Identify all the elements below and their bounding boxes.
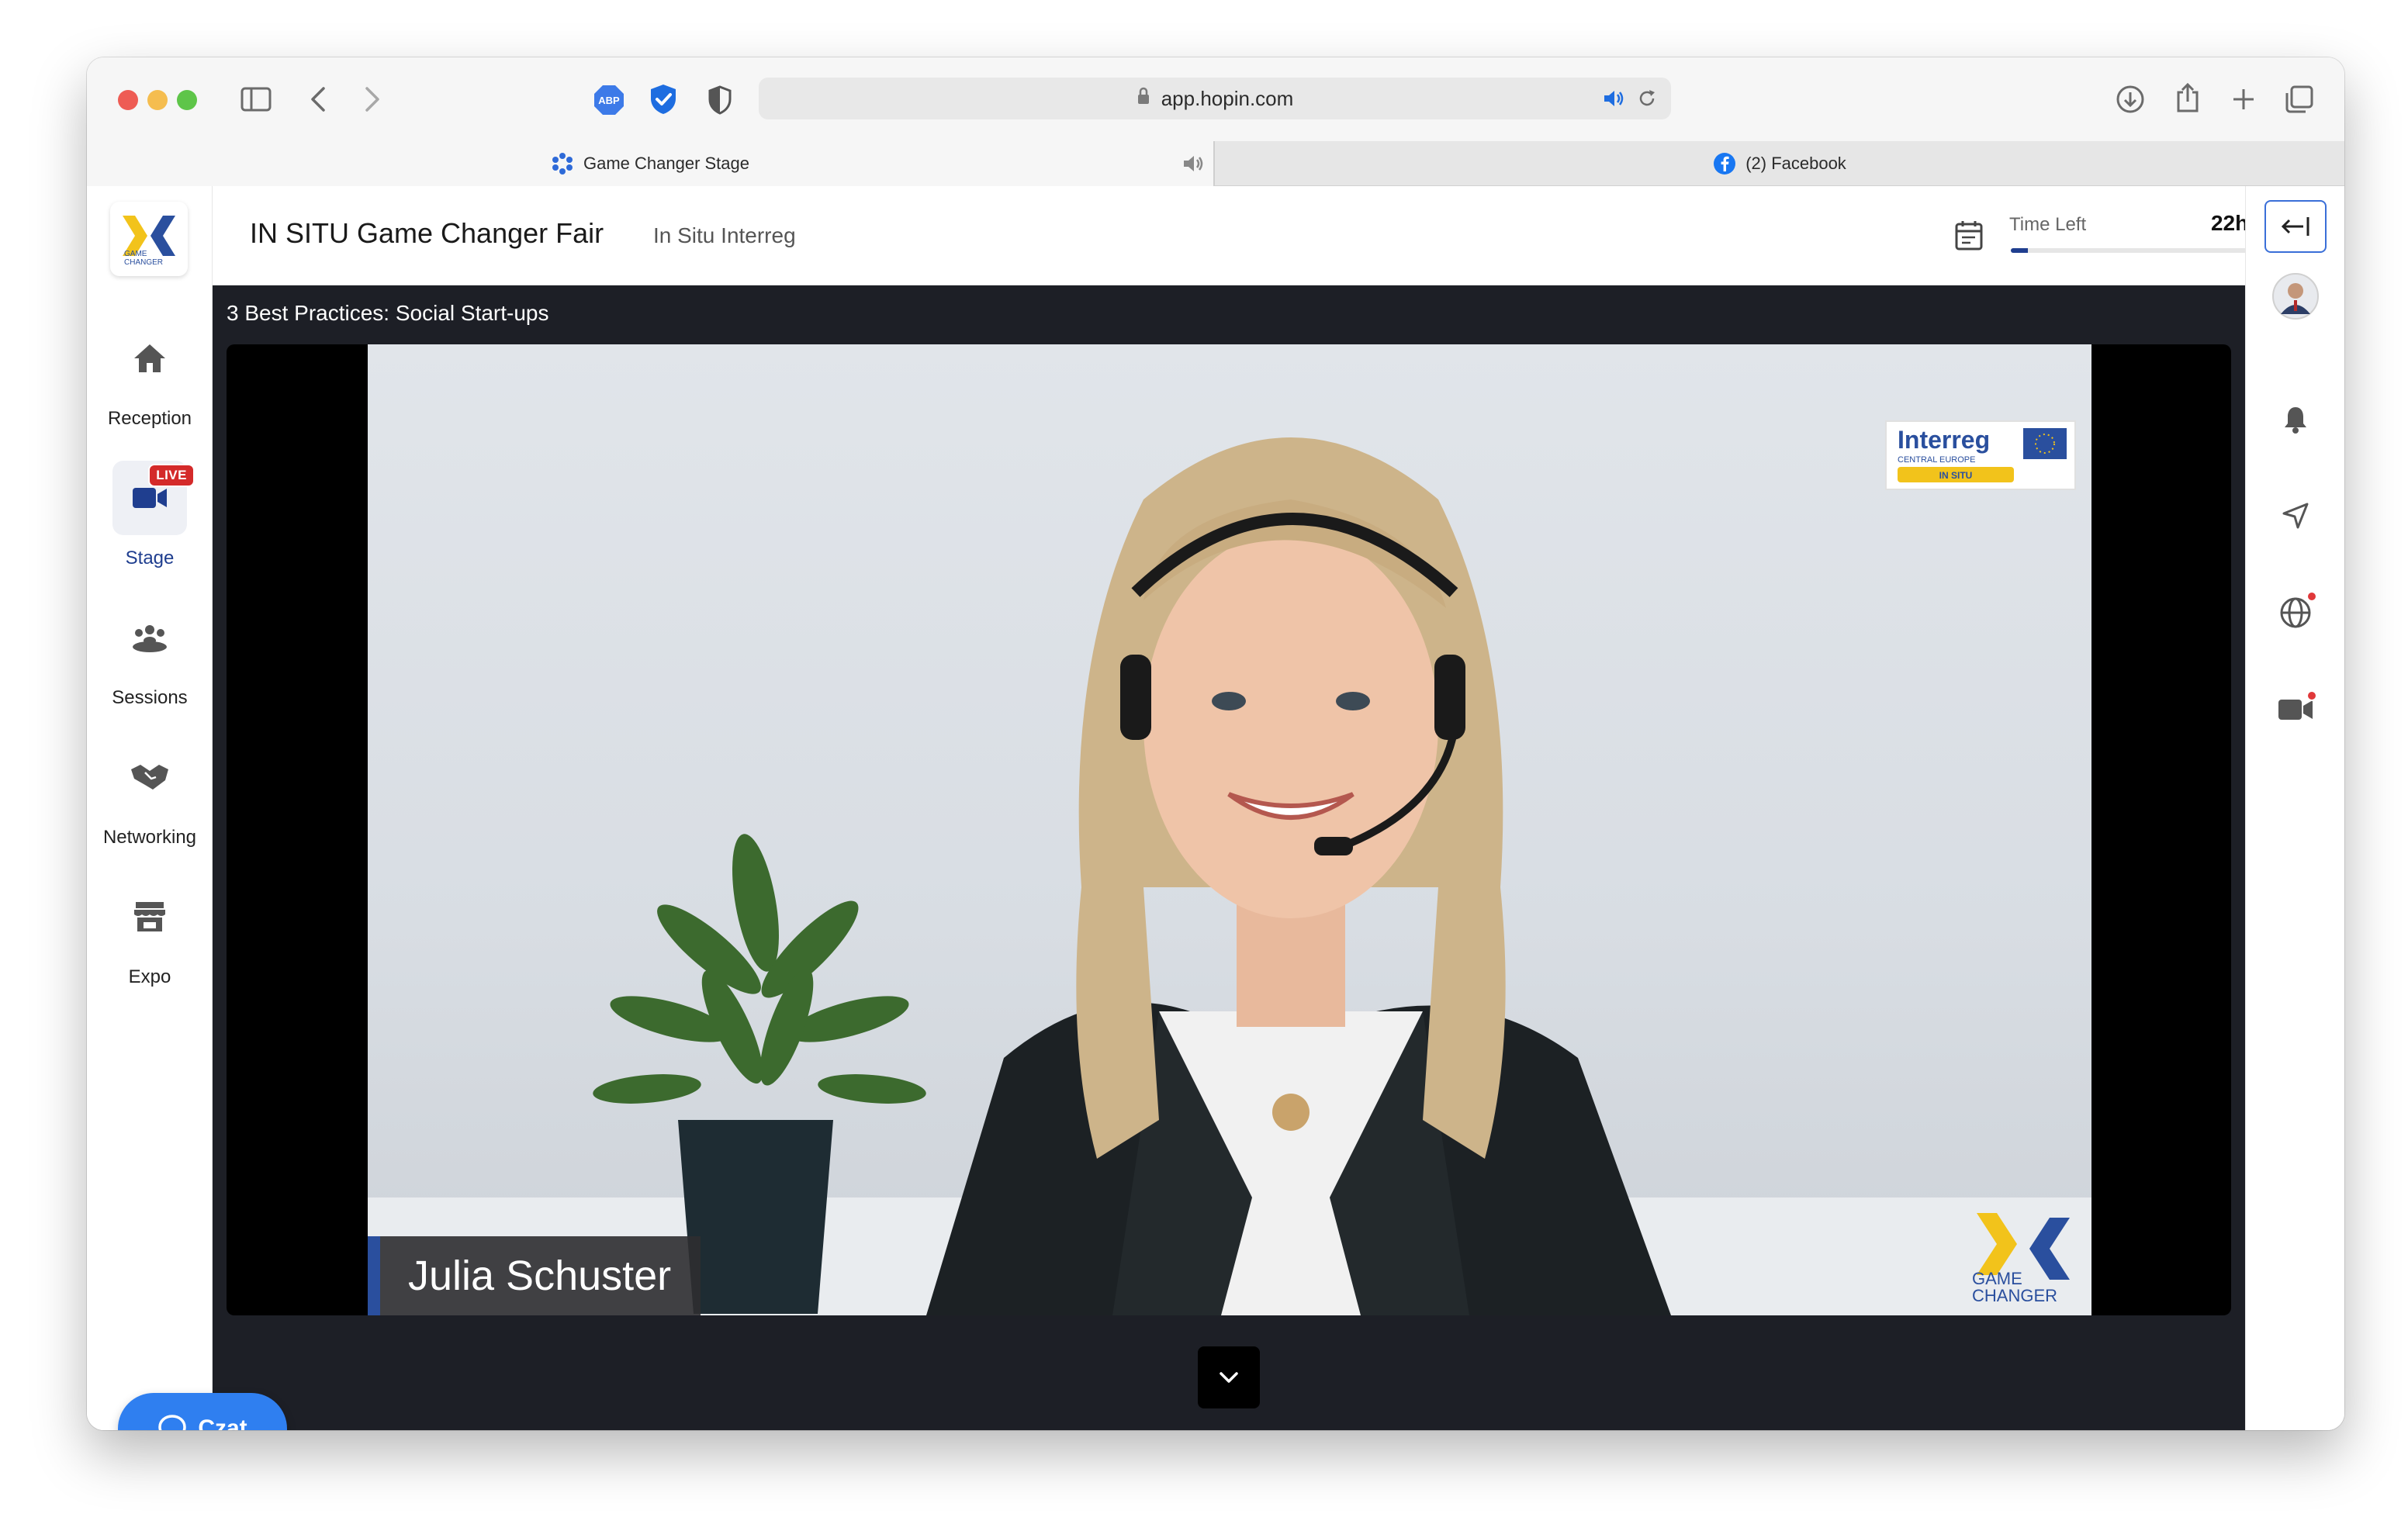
speaker-icon[interactable] bbox=[1603, 88, 1626, 114]
time-progress-fill bbox=[2011, 248, 2028, 253]
live-badge: LIVE bbox=[148, 464, 195, 487]
chevron-down-icon bbox=[1220, 1372, 1238, 1383]
left-navigation: GAME CHANGER Reception LIVE Stage Sessio… bbox=[87, 186, 213, 1430]
address-text: app.hopin.com bbox=[1161, 86, 1294, 110]
collapse-sidebar-button[interactable] bbox=[2246, 200, 2344, 253]
video-stream: Interreg CENTRAL EUROPE IN SITU GAME CHA… bbox=[368, 344, 2091, 1315]
shield-check-icon[interactable] bbox=[647, 82, 680, 116]
nav-label: Reception bbox=[107, 408, 192, 429]
bell-icon[interactable] bbox=[2246, 400, 2344, 439]
browser-toolbar: ABP app.hopin.com bbox=[87, 57, 2344, 141]
share-icon[interactable] bbox=[2171, 79, 2205, 116]
nav-label: Sessions bbox=[112, 687, 188, 708]
chat-button[interactable]: Czat bbox=[118, 1393, 287, 1430]
address-bar[interactable]: app.hopin.com bbox=[759, 78, 1671, 119]
speaker-name: Julia Schuster bbox=[408, 1253, 672, 1299]
stage-area: 3 Best Practices: Social Start-ups Inter… bbox=[213, 285, 2245, 1430]
chat-button-label: Czat bbox=[198, 1415, 247, 1430]
logo-text-game: GAME bbox=[124, 250, 147, 258]
speaker-video-frame bbox=[368, 437, 2091, 1315]
nav-item-sessions[interactable]: Sessions bbox=[87, 600, 213, 709]
nav-item-reception[interactable]: Reception bbox=[87, 321, 213, 430]
tab-facebook[interactable]: (2) Facebook bbox=[1215, 141, 2344, 186]
nav-label: Stage bbox=[125, 548, 175, 569]
nav-item-expo[interactable]: Expo bbox=[87, 880, 213, 988]
game-changer-watermark: GAME CHANGER bbox=[1969, 1210, 2078, 1307]
close-window-button[interactable] bbox=[118, 90, 138, 110]
minimize-window-button[interactable] bbox=[147, 90, 168, 110]
facebook-favicon-icon bbox=[1713, 152, 1736, 175]
download-icon[interactable] bbox=[2113, 82, 2147, 116]
collapse-stage-button[interactable] bbox=[1198, 1346, 1260, 1408]
store-icon bbox=[112, 880, 187, 954]
back-icon[interactable] bbox=[303, 82, 334, 116]
user-avatar[interactable] bbox=[2246, 271, 2344, 321]
handshake-icon bbox=[112, 740, 187, 814]
new-tab-icon[interactable] bbox=[2226, 82, 2261, 116]
time-left-label: Time Left bbox=[2009, 214, 2087, 235]
notification-dot bbox=[2306, 690, 2317, 701]
forward-icon[interactable] bbox=[357, 82, 388, 116]
tab-title: Game Changer Stage bbox=[583, 154, 750, 173]
home-icon bbox=[112, 321, 187, 396]
interreg-logo-text: Interreg bbox=[1898, 426, 1990, 454]
organizer-name[interactable]: In Situ Interreg bbox=[653, 223, 796, 248]
tab-game-changer-stage[interactable]: Game Changer Stage bbox=[87, 141, 1213, 186]
interreg-logo-subtext: CENTRAL EUROPE bbox=[1898, 455, 1975, 465]
people-group-icon bbox=[112, 600, 187, 675]
game-changer-logo[interactable]: GAME CHANGER bbox=[110, 202, 188, 276]
nav-item-stage[interactable]: LIVE Stage bbox=[87, 461, 213, 569]
event-header: IN SITU Game Changer Fair In Situ Interr… bbox=[213, 186, 2293, 285]
speaker-person bbox=[926, 437, 1671, 1315]
session-title: 3 Best Practices: Social Start-ups bbox=[227, 301, 549, 325]
tab-audio-icon[interactable] bbox=[1182, 154, 1206, 178]
video-camera-icon: LIVE bbox=[112, 461, 195, 535]
send-icon[interactable] bbox=[2246, 496, 2344, 535]
insitu-logo-text: IN SITU bbox=[1939, 470, 1973, 481]
zoom-window-button[interactable] bbox=[177, 90, 197, 110]
privacy-shield-icon[interactable] bbox=[704, 84, 735, 116]
speaker-name-lower-third: Julia Schuster bbox=[368, 1236, 701, 1315]
lock-icon bbox=[1137, 87, 1150, 111]
video-icon[interactable] bbox=[2246, 689, 2344, 732]
tab-bar: Game Changer Stage (2) Facebook bbox=[87, 141, 2344, 186]
right-sidebar bbox=[2245, 186, 2344, 1430]
nav-label: Networking bbox=[102, 827, 197, 848]
browser-window: ABP app.hopin.com Game Changer Stage (2)… bbox=[87, 57, 2344, 1430]
nav-label: Expo bbox=[128, 966, 171, 987]
logo-text-changer: CHANGER bbox=[124, 258, 163, 267]
chat-bubble-icon bbox=[158, 1415, 187, 1430]
tab-title: (2) Facebook bbox=[1745, 154, 1846, 173]
interreg-logo: Interreg CENTRAL EUROPE IN SITU bbox=[1885, 420, 2076, 490]
calendar-icon[interactable] bbox=[1953, 219, 1984, 255]
hopin-app: GAME CHANGER Reception LIVE Stage Sessio… bbox=[87, 186, 2344, 1430]
watermark-text-changer: CHANGER bbox=[1972, 1286, 2057, 1303]
svg-text:ABP: ABP bbox=[598, 95, 620, 106]
sidebar-toggle-icon[interactable] bbox=[239, 84, 273, 115]
hopin-favicon-icon bbox=[551, 152, 574, 175]
nav-item-networking[interactable]: Networking bbox=[87, 740, 213, 848]
notification-dot bbox=[2306, 591, 2317, 602]
adblock-icon[interactable]: ABP bbox=[593, 84, 625, 116]
video-player[interactable]: Interreg CENTRAL EUROPE IN SITU GAME CHA… bbox=[227, 344, 2231, 1315]
event-title: IN SITU Game Changer Fair bbox=[250, 217, 604, 249]
tab-overview-icon[interactable] bbox=[2282, 82, 2316, 116]
globe-icon[interactable] bbox=[2246, 591, 2344, 634]
arrow-left-bar-icon bbox=[2264, 200, 2327, 253]
reload-icon[interactable] bbox=[1637, 88, 1657, 114]
